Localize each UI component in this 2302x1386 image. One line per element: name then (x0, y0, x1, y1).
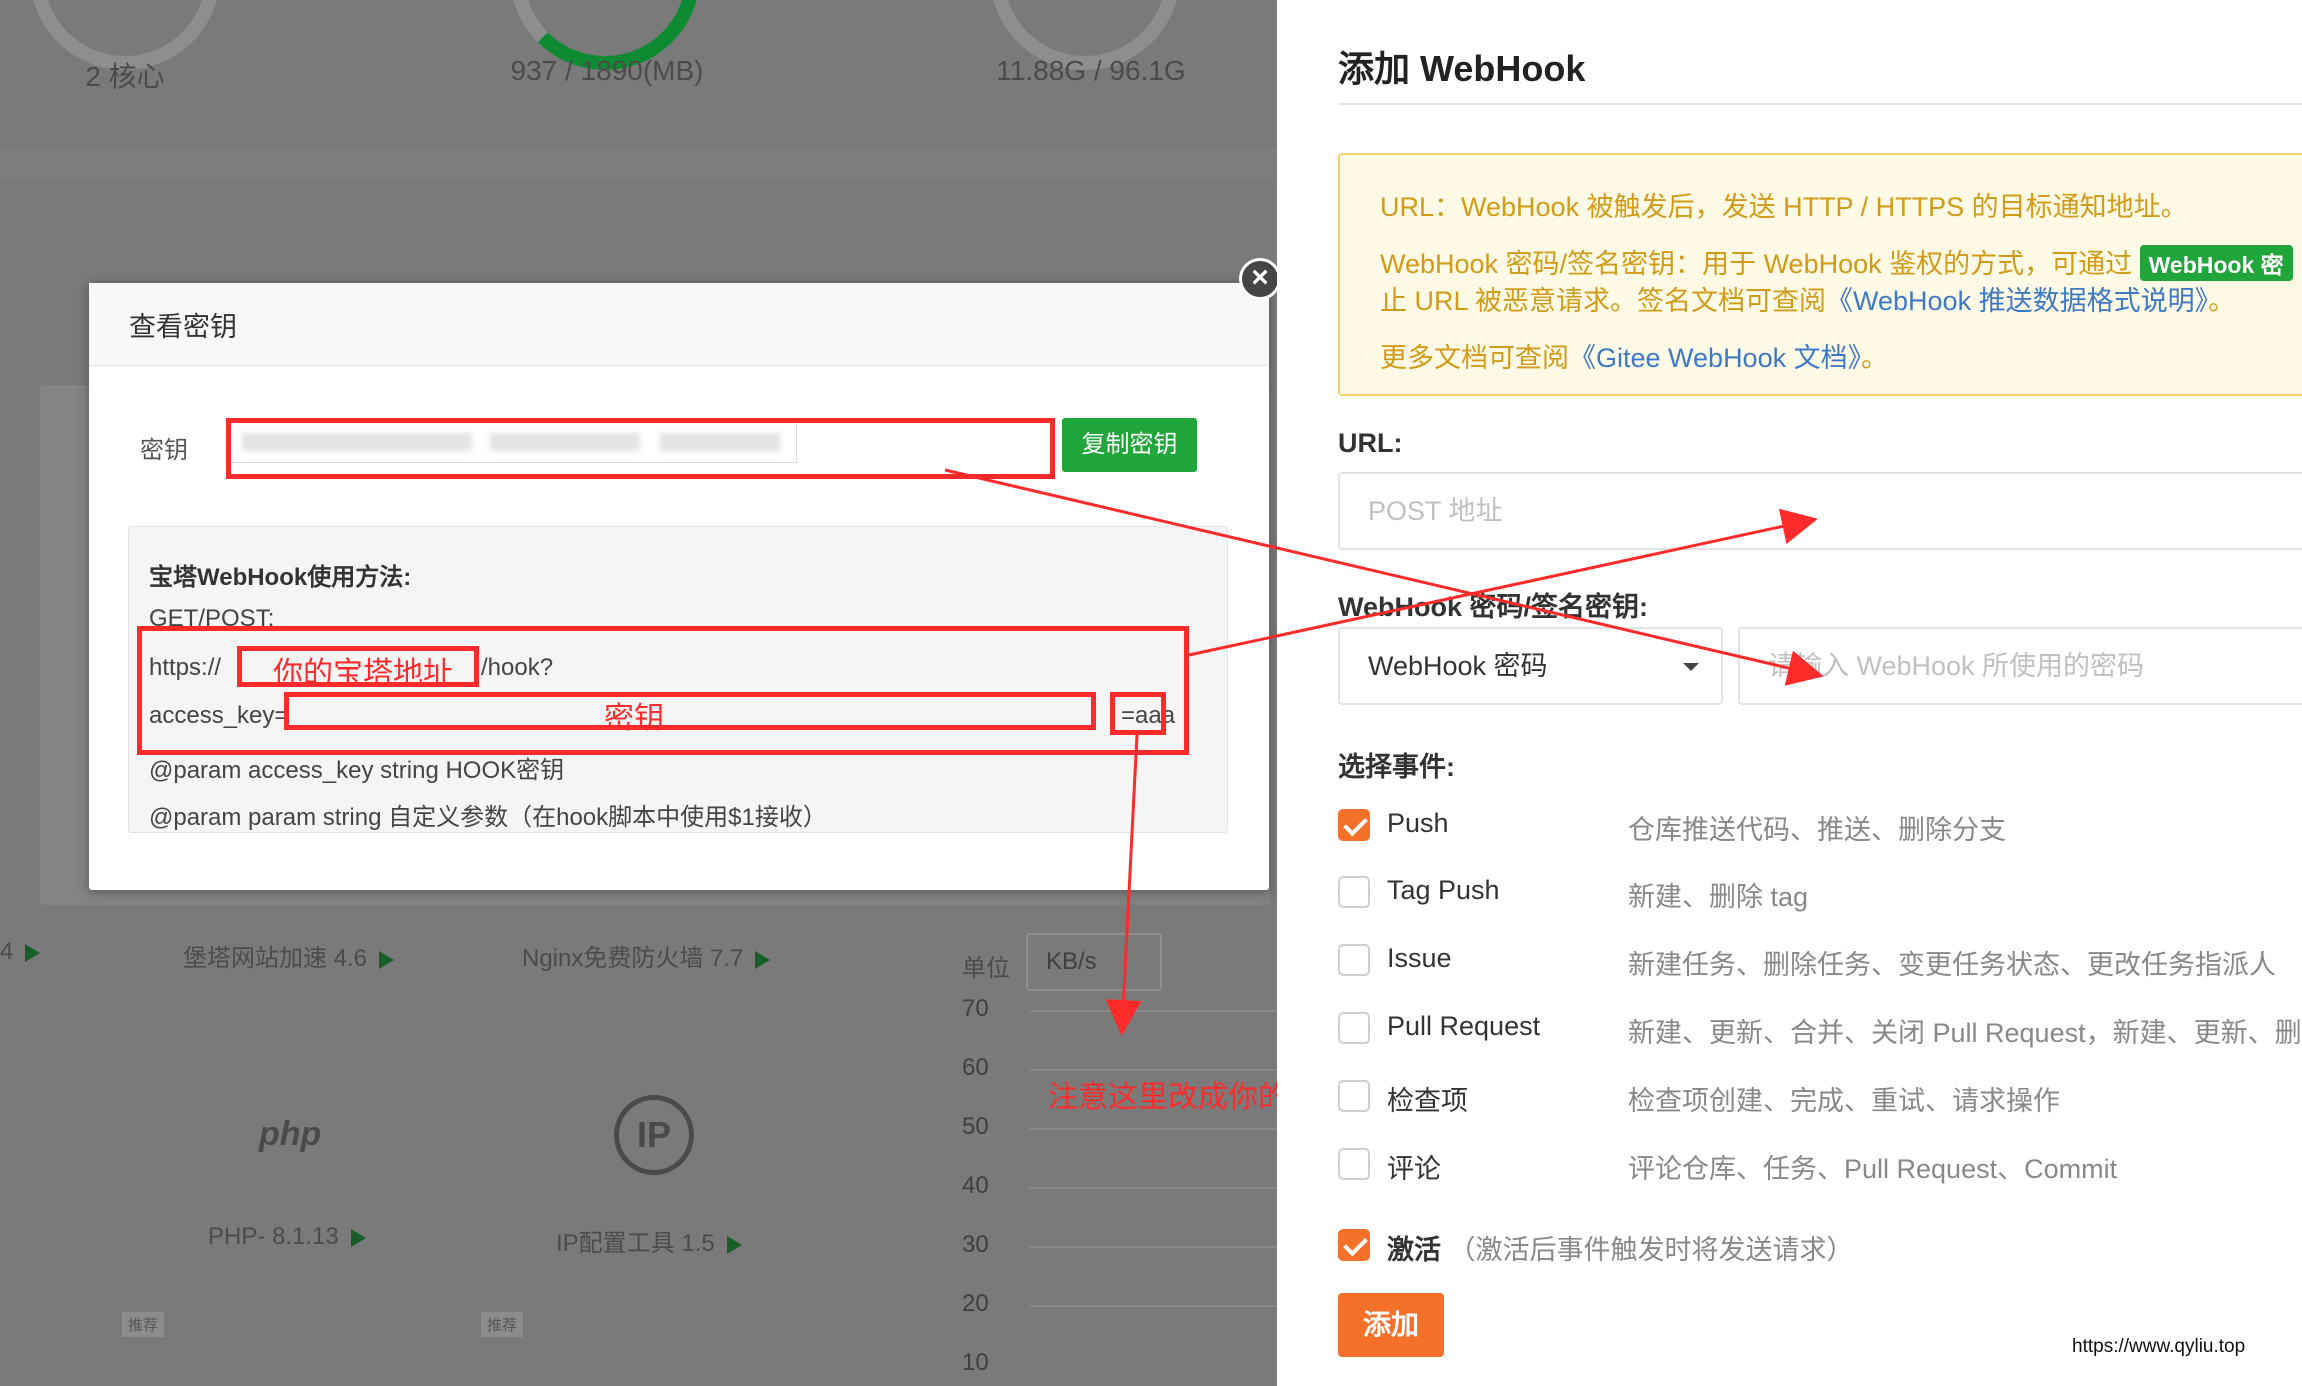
webhook-badge: WebHook 密 (2139, 245, 2293, 281)
recommend-tag: 推荐 (481, 1312, 524, 1337)
notice-more: 更多文档可查阅《Gitee WebHook 文档》。 (1380, 343, 1889, 373)
plugin-item[interactable]: IP配置工具 1.5 (556, 1223, 742, 1258)
chevron-down-icon (1683, 663, 1699, 671)
recommend-tag: 推荐 (122, 1312, 165, 1337)
ip-logo: IP (614, 1095, 694, 1175)
event-pull-request[interactable]: Pull Request 新建、更新、合并、关闭 Pull Request，新建、… (1338, 1009, 2302, 1049)
gridline (1030, 1246, 1277, 1248)
view-key-dialog: 查看密钥 密钥 复制密钥 宝塔WebHook使用方法: GET/POST: ht… (89, 283, 1269, 890)
php-logo: php (259, 1115, 322, 1153)
divider (1338, 103, 2302, 105)
gitee-doc-link[interactable]: 《Gitee WebHook 文档》 (1569, 343, 1861, 373)
key-label: 密钥 (140, 437, 188, 464)
checkbox[interactable] (1338, 944, 1370, 976)
annotation-address: 你的宝塔地址 (273, 657, 453, 690)
plugin-item[interactable]: 4 (0, 938, 41, 966)
gridline (1030, 1187, 1277, 1189)
event-comment[interactable]: 评论 评论仓库、任务、Pull Request、Commit (1338, 1145, 2302, 1185)
plugin-item[interactable]: 堡塔网站加速 4.6 (183, 938, 395, 973)
activate-row[interactable]: 激活 （激活后事件触发时将发送请求） (1338, 1226, 2302, 1266)
usage-param-desc: @param param string 自定义参数（在hook脚本中使用$1接收… (149, 804, 827, 831)
close-icon[interactable]: × (1239, 258, 1281, 300)
divider (0, 148, 1277, 178)
dialog-header: 查看密钥 (89, 283, 1269, 366)
add-button[interactable]: 添加 (1338, 1293, 1444, 1357)
disk-stat: 11.88G / 96.1G (996, 55, 1186, 86)
y-tick: 10 (962, 1349, 989, 1376)
cpu-stat: 2 核心 (85, 61, 165, 92)
annotation-repo-box (1110, 692, 1166, 735)
format-doc-link[interactable]: 《WebHook 推送数据格式说明》 (1826, 286, 2208, 316)
usage-param-key: @param access_key string HOOK密钥 (149, 757, 565, 784)
gridline (1030, 1010, 1277, 1012)
annotation-key2-box (284, 692, 1096, 730)
notice-box: URL：WebHook 被触发后，发送 HTTP / HTTPS 的目标通知地址… (1338, 153, 2302, 396)
event-check[interactable]: 检查项 检查项创建、完成、重试、请求操作 (1338, 1077, 2302, 1117)
plugin-item[interactable]: PHP- 8.1.13 (208, 1223, 366, 1251)
event-tag-push[interactable]: Tag Push 新建、删除 tag (1338, 873, 2302, 913)
annotation-key: 密钥 (604, 702, 664, 735)
y-tick: 50 (962, 1113, 989, 1140)
annotation-key-box (226, 418, 1055, 479)
unit-select[interactable]: KB/s (1026, 933, 1162, 991)
y-tick: 70 (962, 995, 989, 1022)
event-push[interactable]: Push 仓库推送代码、推送、删除分支 (1338, 806, 2302, 846)
secret-type-select[interactable]: WebHook 密码 (1338, 627, 1723, 705)
memory-stat: 937 / 1890(MB) (510, 55, 704, 86)
checkbox[interactable] (1338, 809, 1370, 841)
secret-input[interactable]: 请输入 WebHook 所使用的密码 (1738, 627, 2302, 705)
notice-secret: WebHook 密码/签名密钥：用于 WebHook 鉴权的方式，可通过 Web… (1380, 242, 2293, 281)
drawer-title: 添加 WebHook (1338, 48, 1586, 89)
dialog-title: 查看密钥 (129, 311, 237, 342)
unit-label: 单位 (962, 955, 1010, 982)
y-tick: 60 (962, 1054, 989, 1081)
event-issue[interactable]: Issue 新建任务、删除任务、变更任务状态、更改任务指派人 (1338, 941, 2302, 981)
checkbox[interactable] (1338, 1229, 1370, 1261)
gridline (1030, 1069, 1277, 1071)
checkbox[interactable] (1338, 1148, 1370, 1180)
url-label: URL: (1338, 428, 1403, 458)
notice-url: URL：WebHook 被触发后，发送 HTTP / HTTPS 的目标通知地址… (1380, 192, 2188, 222)
notice-sign: 止 URL 被恶意请求。签名文档可查阅《WebHook 推送数据格式说明》。 (1380, 286, 2236, 316)
events-label: 选择事件: (1338, 752, 1455, 782)
gridline (1030, 1128, 1277, 1130)
checkbox[interactable] (1338, 1080, 1370, 1112)
plugin-item[interactable]: Nginx免费防火墙 7.7 (522, 938, 771, 973)
copy-key-button[interactable]: 复制密钥 (1062, 418, 1197, 472)
watermark: https://www.qyliu.top (2072, 1336, 2246, 1357)
checkbox[interactable] (1338, 1012, 1370, 1044)
y-tick: 40 (962, 1172, 989, 1199)
add-webhook-drawer: 添加 WebHook URL：WebHook 被触发后，发送 HTTP / HT… (1277, 0, 2302, 1386)
y-tick: 30 (962, 1231, 989, 1258)
checkbox[interactable] (1338, 876, 1370, 908)
gridline (1030, 1305, 1277, 1307)
secret-label: WebHook 密码/签名密钥: (1338, 592, 1648, 622)
url-input[interactable]: POST 地址 (1338, 472, 2302, 550)
usage-title: 宝塔WebHook使用方法: (149, 564, 412, 591)
y-tick: 20 (962, 1290, 989, 1317)
